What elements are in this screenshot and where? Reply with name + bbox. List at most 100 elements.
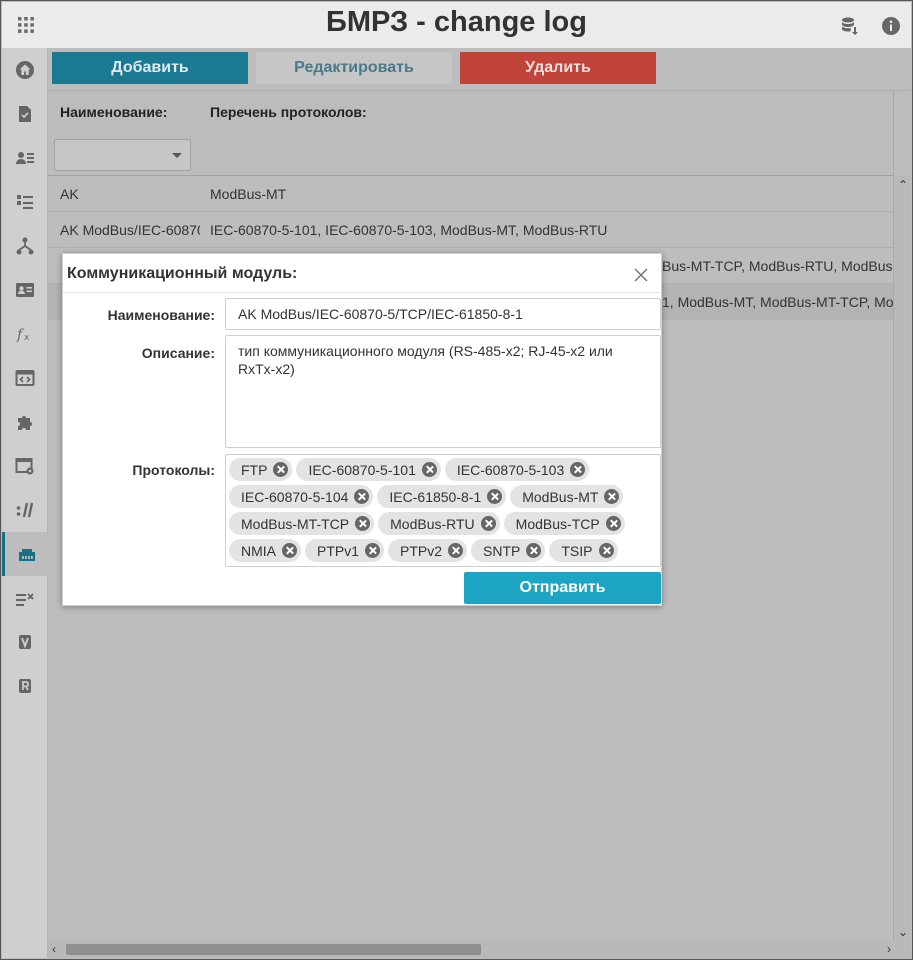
- remove-tag-icon[interactable]: [273, 462, 289, 477]
- sidebar-item-home[interactable]: [2, 48, 48, 92]
- id-card-icon: [16, 283, 34, 297]
- name-input[interactable]: [225, 298, 661, 330]
- database-download-icon[interactable]: [840, 16, 860, 36]
- checklist-icon: [17, 195, 33, 209]
- app-window: БМРЗ - change log f x Добавить Редактиро…: [0, 0, 913, 960]
- sidebar-item-modules[interactable]: [2, 532, 48, 576]
- sidebar-item-checklist[interactable]: [2, 180, 48, 224]
- remove-tag-icon[interactable]: [605, 516, 621, 531]
- protocol-tag: ModBus-MT: [510, 485, 624, 508]
- table-row[interactable]: AK ModBus/IEC-60870-5/TCP/IEC-61850-8-1 …: [48, 212, 893, 248]
- header-bar: БМРЗ - change log: [2, 2, 911, 48]
- remove-tag-icon[interactable]: [570, 462, 586, 477]
- protocol-tag: SNTP: [471, 539, 546, 562]
- name-filter-select[interactable]: [54, 139, 191, 171]
- horizontal-scroll-thumb[interactable]: [66, 944, 481, 955]
- add-button[interactable]: Добавить: [52, 52, 248, 84]
- remove-tag-icon[interactable]: [480, 516, 496, 531]
- sidebar-item-r[interactable]: [2, 664, 48, 708]
- close-icon[interactable]: [633, 267, 649, 283]
- column-header-name[interactable]: Наименование:: [60, 104, 167, 120]
- remove-tag-icon[interactable]: [487, 489, 503, 504]
- vertical-scrollbar[interactable]: ⌃ ⌄: [893, 176, 911, 940]
- sidebar-item-window-settings[interactable]: [2, 444, 48, 488]
- sidebar-item-documents[interactable]: [2, 92, 48, 136]
- dialog-divider: [63, 292, 661, 293]
- sidebar-item-slashes[interactable]: [2, 488, 48, 532]
- page-title: БМРЗ - change log: [326, 6, 587, 38]
- protocol-tag-label: PTPv2: [400, 542, 443, 559]
- remove-tag-icon[interactable]: [448, 543, 464, 558]
- sidebar-item-hierarchy[interactable]: [2, 224, 48, 268]
- protocol-tag: IEC-60870-5-104: [229, 485, 374, 508]
- protocol-tag: IEC-61850-8-1: [377, 485, 507, 508]
- scroll-left-icon[interactable]: ‹: [52, 943, 56, 955]
- scroll-corner: [893, 940, 911, 958]
- window-settings-icon: [15, 458, 34, 475]
- protocol-tag-label: IEC-60870-5-101: [308, 461, 416, 478]
- protocol-tag-label: ModBus-MT: [522, 488, 599, 505]
- r-badge-icon: [19, 679, 31, 693]
- delete-button[interactable]: Удалить: [460, 52, 656, 84]
- protocol-tag: ModBus-RTU: [378, 512, 500, 535]
- edit-button[interactable]: Редактировать: [256, 52, 452, 84]
- sidebar-item-v[interactable]: [2, 620, 48, 664]
- scroll-down-icon[interactable]: ⌄: [898, 926, 908, 938]
- sidebar-item-plugins[interactable]: [2, 400, 48, 444]
- horizontal-scrollbar[interactable]: ‹ ›: [48, 940, 893, 958]
- protocol-tag-label: FTP: [241, 461, 268, 478]
- network-module-icon: [18, 549, 35, 561]
- protocol-tag: IEC-60870-5-103: [444, 458, 590, 481]
- protocol-tag-label: IEC-60870-5-103: [456, 461, 565, 478]
- protocol-tag: IEC-60870-5-101: [296, 458, 441, 481]
- sidebar-item-users[interactable]: [2, 136, 48, 180]
- remove-tag-icon[interactable]: [355, 516, 371, 531]
- remove-tag-icon[interactable]: [598, 543, 614, 558]
- sidebar-item-cards[interactable]: [2, 268, 48, 312]
- sidebar-item-functions[interactable]: fx: [2, 312, 48, 356]
- description-label: Описание:: [141, 345, 215, 361]
- submit-button[interactable]: Отправить: [464, 572, 661, 604]
- code-window-icon: [15, 370, 35, 386]
- grid-header: Наименование: Перечень протоколов:: [48, 90, 893, 176]
- table-row[interactable]: AK ModBus-MT: [48, 176, 893, 212]
- description-textarea[interactable]: тип коммуникационного модуля (RS-485-х2;…: [225, 335, 661, 448]
- remove-tag-icon[interactable]: [421, 462, 437, 477]
- toolbar: Добавить Редактировать Удалить: [48, 48, 911, 90]
- sidebar-item-code[interactable]: [2, 356, 48, 400]
- protocols-multiselect[interactable]: FTP IEC-60870-5-101 IEC-60870-5-103 IEC-608…: [225, 454, 661, 567]
- scroll-right-icon[interactable]: ›: [887, 943, 891, 955]
- v-badge-icon: [19, 635, 31, 649]
- protocol-tag: PTPv1: [305, 539, 385, 562]
- remove-tag-icon[interactable]: [526, 543, 542, 558]
- sidebar: fx: [2, 48, 48, 958]
- protocol-tag-label: IEC-60870-5-104: [241, 488, 349, 505]
- svg-text:x: x: [24, 333, 30, 343]
- communication-module-dialog: Коммуникационный модуль: Наименование: О…: [62, 253, 662, 606]
- cell-protocols: IEC-60870-5-101, IEC-60870-5-103, ModBus…: [210, 222, 608, 238]
- remove-tag-icon[interactable]: [354, 489, 370, 504]
- name-label: Наименование:: [107, 307, 215, 323]
- column-header-protocols[interactable]: Перечень протоколов:: [210, 104, 367, 120]
- protocol-tag: NMIA: [229, 539, 301, 562]
- remove-tag-icon[interactable]: [365, 543, 381, 558]
- info-icon[interactable]: [881, 16, 901, 36]
- protocol-tag-label: SNTP: [483, 542, 521, 559]
- cell-protocols: ModBus-MT: [210, 186, 287, 202]
- hierarchy-icon: [16, 237, 34, 255]
- equals-x-icon: [16, 593, 34, 606]
- puzzle-icon: [18, 416, 32, 430]
- protocol-tag-label: NMIA: [241, 542, 276, 559]
- home-icon: [16, 61, 34, 79]
- protocol-tag-label: ModBus-RTU: [390, 515, 475, 532]
- scroll-up-icon[interactable]: ⌃: [898, 179, 908, 191]
- cell-protocols: Bus-MT-TCP, ModBus-RTU, ModBus-T: [662, 258, 893, 274]
- protocol-tag: FTP: [229, 458, 293, 481]
- protocol-tag-label: PTPv1: [317, 542, 360, 559]
- cell-protocols: 1, ModBus-MT, ModBus-MT-TCP, Moc: [662, 294, 893, 310]
- sidebar-item-compare[interactable]: [2, 576, 48, 620]
- remove-tag-icon[interactable]: [282, 543, 297, 558]
- remove-tag-icon[interactable]: [604, 489, 620, 504]
- protocol-tag-label: IEC-61850-8-1: [389, 488, 482, 505]
- protocol-tag: TSIP: [549, 539, 618, 562]
